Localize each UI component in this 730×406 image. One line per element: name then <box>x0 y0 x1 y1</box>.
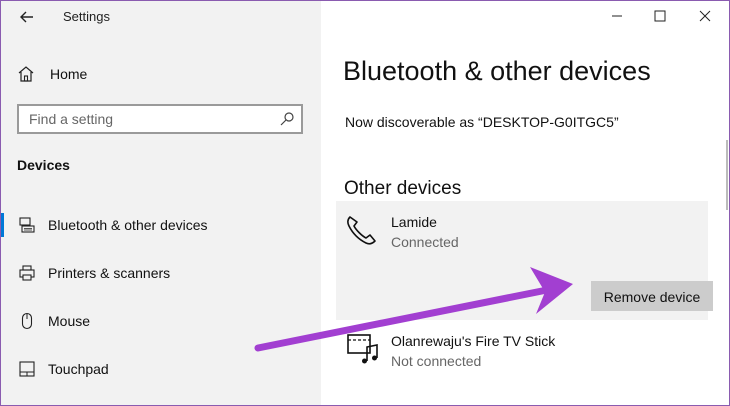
maximize-icon[interactable] <box>650 6 670 26</box>
bluetooth-devices-icon <box>19 217 35 233</box>
close-icon[interactable] <box>695 6 715 26</box>
remove-device-button[interactable]: Remove device <box>591 281 713 311</box>
settings-content: Bluetooth & other devices Now discoverab… <box>321 0 730 406</box>
discoverable-status: Now discoverable as “DESKTOP-G0ITGC5” <box>345 114 619 130</box>
nav-home[interactable]: Home <box>16 60 296 88</box>
printer-icon <box>19 265 35 281</box>
device-name: Lamide <box>391 214 437 230</box>
page-title: Bluetooth & other devices <box>343 56 651 86</box>
touchpad-icon <box>19 361 35 377</box>
scrollbar[interactable] <box>726 140 728 210</box>
sidebar-item-mouse[interactable]: Mouse <box>0 301 321 341</box>
minimize-icon[interactable] <box>607 6 627 26</box>
media-device-icon <box>347 334 378 364</box>
back-arrow-icon[interactable] <box>16 6 38 28</box>
sidebar-item-printers[interactable]: Printers & scanners <box>0 253 321 293</box>
phone-icon <box>347 216 376 245</box>
device-status: Not connected <box>391 353 482 369</box>
home-icon <box>18 66 34 82</box>
device-item-selected[interactable]: Lamide Connected Remove device <box>336 201 713 320</box>
search-input[interactable]: Find a setting <box>17 104 303 134</box>
home-label: Home <box>50 66 88 82</box>
search-icon <box>280 112 294 126</box>
mouse-icon <box>21 312 33 330</box>
app-title: Settings <box>63 9 110 24</box>
section-heading-devices: Devices <box>17 157 70 173</box>
sidebar-item-label: Mouse <box>48 313 91 329</box>
search-placeholder: Find a setting <box>29 111 114 127</box>
other-devices-heading: Other devices <box>344 178 462 199</box>
sidebar-item-label: Printers & scanners <box>48 265 171 281</box>
sidebar-item-bluetooth[interactable]: Bluetooth & other devices <box>0 205 321 245</box>
sidebar-item-touchpad[interactable]: Touchpad <box>0 349 321 389</box>
sidebar-item-label: Touchpad <box>48 361 109 377</box>
device-status: Connected <box>391 234 459 250</box>
device-name: Olanrewaju's Fire TV Stick <box>391 333 556 349</box>
settings-sidebar: Settings Home Find a setting Devices Blu… <box>0 0 321 406</box>
sidebar-item-label: Bluetooth & other devices <box>48 217 208 233</box>
